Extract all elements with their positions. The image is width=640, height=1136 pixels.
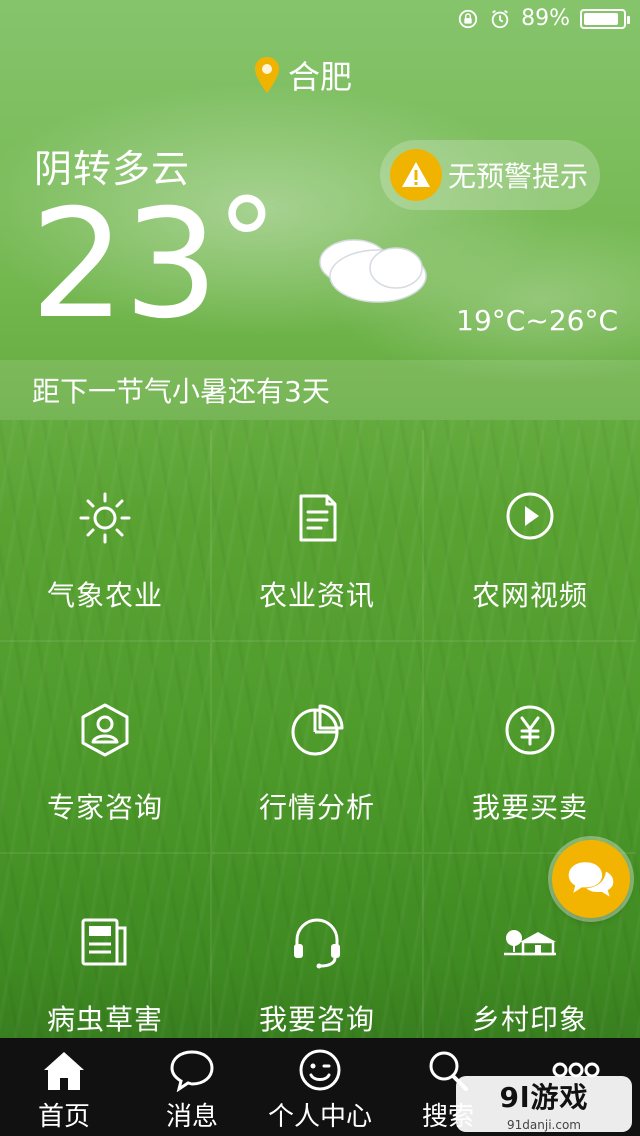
rotation-lock-icon — [458, 9, 478, 28]
grid-item-label: 农网视频 — [471, 579, 588, 612]
alarm-icon — [491, 9, 509, 28]
grid-item-agri-video[interactable]: 农网视频 — [424, 430, 636, 642]
grid-item-market-analysis[interactable]: 行情分析 — [212, 642, 424, 854]
cloudy-icon — [319, 239, 427, 303]
tab-profile[interactable]: 个人中心 — [256, 1038, 384, 1136]
location-pin-icon — [255, 57, 279, 93]
grid-item-ask-question[interactable]: 我要咨询 — [212, 854, 424, 1066]
status-bar: 89% — [0, 0, 640, 40]
yen-icon — [505, 705, 555, 755]
expert-icon — [81, 703, 129, 757]
grid-item-label: 农业资讯 — [258, 579, 375, 612]
warning-triangle-icon — [390, 149, 442, 201]
headset-icon — [294, 918, 340, 969]
grid-item-label: 乡村印象 — [471, 1003, 588, 1036]
sun-icon — [79, 492, 131, 544]
tab-label: 消息 — [165, 1102, 218, 1132]
tab-label: 个人中心 — [267, 1102, 372, 1132]
tab-label: 首页 — [37, 1102, 90, 1132]
newspaper-icon — [81, 918, 127, 966]
current-temperature: 23° — [30, 184, 277, 341]
temperature-value: 23 — [30, 178, 219, 352]
warning-button[interactable]: 无预警提示 — [380, 140, 600, 210]
grid-item-label: 专家咨询 — [46, 791, 163, 824]
play-icon — [506, 492, 554, 540]
function-grid: 气象农业 农业资讯 农网视频 专家咨询 行情分析 我要买卖 病虫草害 我要咨询 … — [0, 430, 640, 1066]
grid-item-weather-agriculture[interactable]: 气象农业 — [0, 430, 212, 642]
grid-item-label: 行情分析 — [258, 791, 375, 824]
grid-item-expert-consult[interactable]: 专家咨询 — [0, 642, 212, 854]
tab-messages[interactable]: 消息 — [128, 1038, 256, 1136]
message-icon — [170, 1050, 214, 1092]
grid-item-pests-diseases[interactable]: 病虫草害 — [0, 854, 212, 1066]
solar-term-text: 距下一节气小暑还有3天 — [32, 375, 330, 408]
watermark-sub: 91danji.com — [507, 1118, 581, 1132]
grid-item-label: 病虫草害 — [46, 1003, 163, 1036]
temperature-range: 19°C~26°C — [456, 304, 618, 337]
solar-term-bar: 距下一节气小暑还有3天 — [0, 360, 640, 420]
battery-icon — [580, 8, 630, 29]
tab-home[interactable]: 首页 — [0, 1038, 128, 1136]
battery-percent: 89% — [521, 6, 570, 31]
pie-chart-icon — [291, 704, 344, 756]
grid-item-label: 我要买卖 — [471, 791, 588, 824]
watermark-main: 9l游戏 — [499, 1081, 589, 1114]
grid-item-buy-sell[interactable]: 我要买卖 — [424, 642, 636, 854]
degree-symbol: ° — [216, 174, 277, 313]
document-icon — [299, 494, 337, 542]
battery-fill — [584, 12, 618, 25]
city-name: 合肥 — [288, 58, 353, 96]
chat-button[interactable] — [552, 840, 630, 918]
warning-text: 无预警提示 — [448, 160, 589, 193]
grid-item-label: 我要咨询 — [258, 1003, 375, 1036]
house-icon — [504, 930, 556, 956]
home-icon — [44, 1052, 84, 1090]
site-watermark: 9l游戏 91danji.com — [456, 1076, 632, 1132]
location[interactable]: 合肥 — [254, 52, 352, 98]
grid-item-label: 气象农业 — [46, 579, 163, 612]
grid-item-agri-news[interactable]: 农业资讯 — [212, 430, 424, 642]
face-icon — [299, 1049, 341, 1091]
chat-bubbles-icon — [568, 862, 614, 897]
